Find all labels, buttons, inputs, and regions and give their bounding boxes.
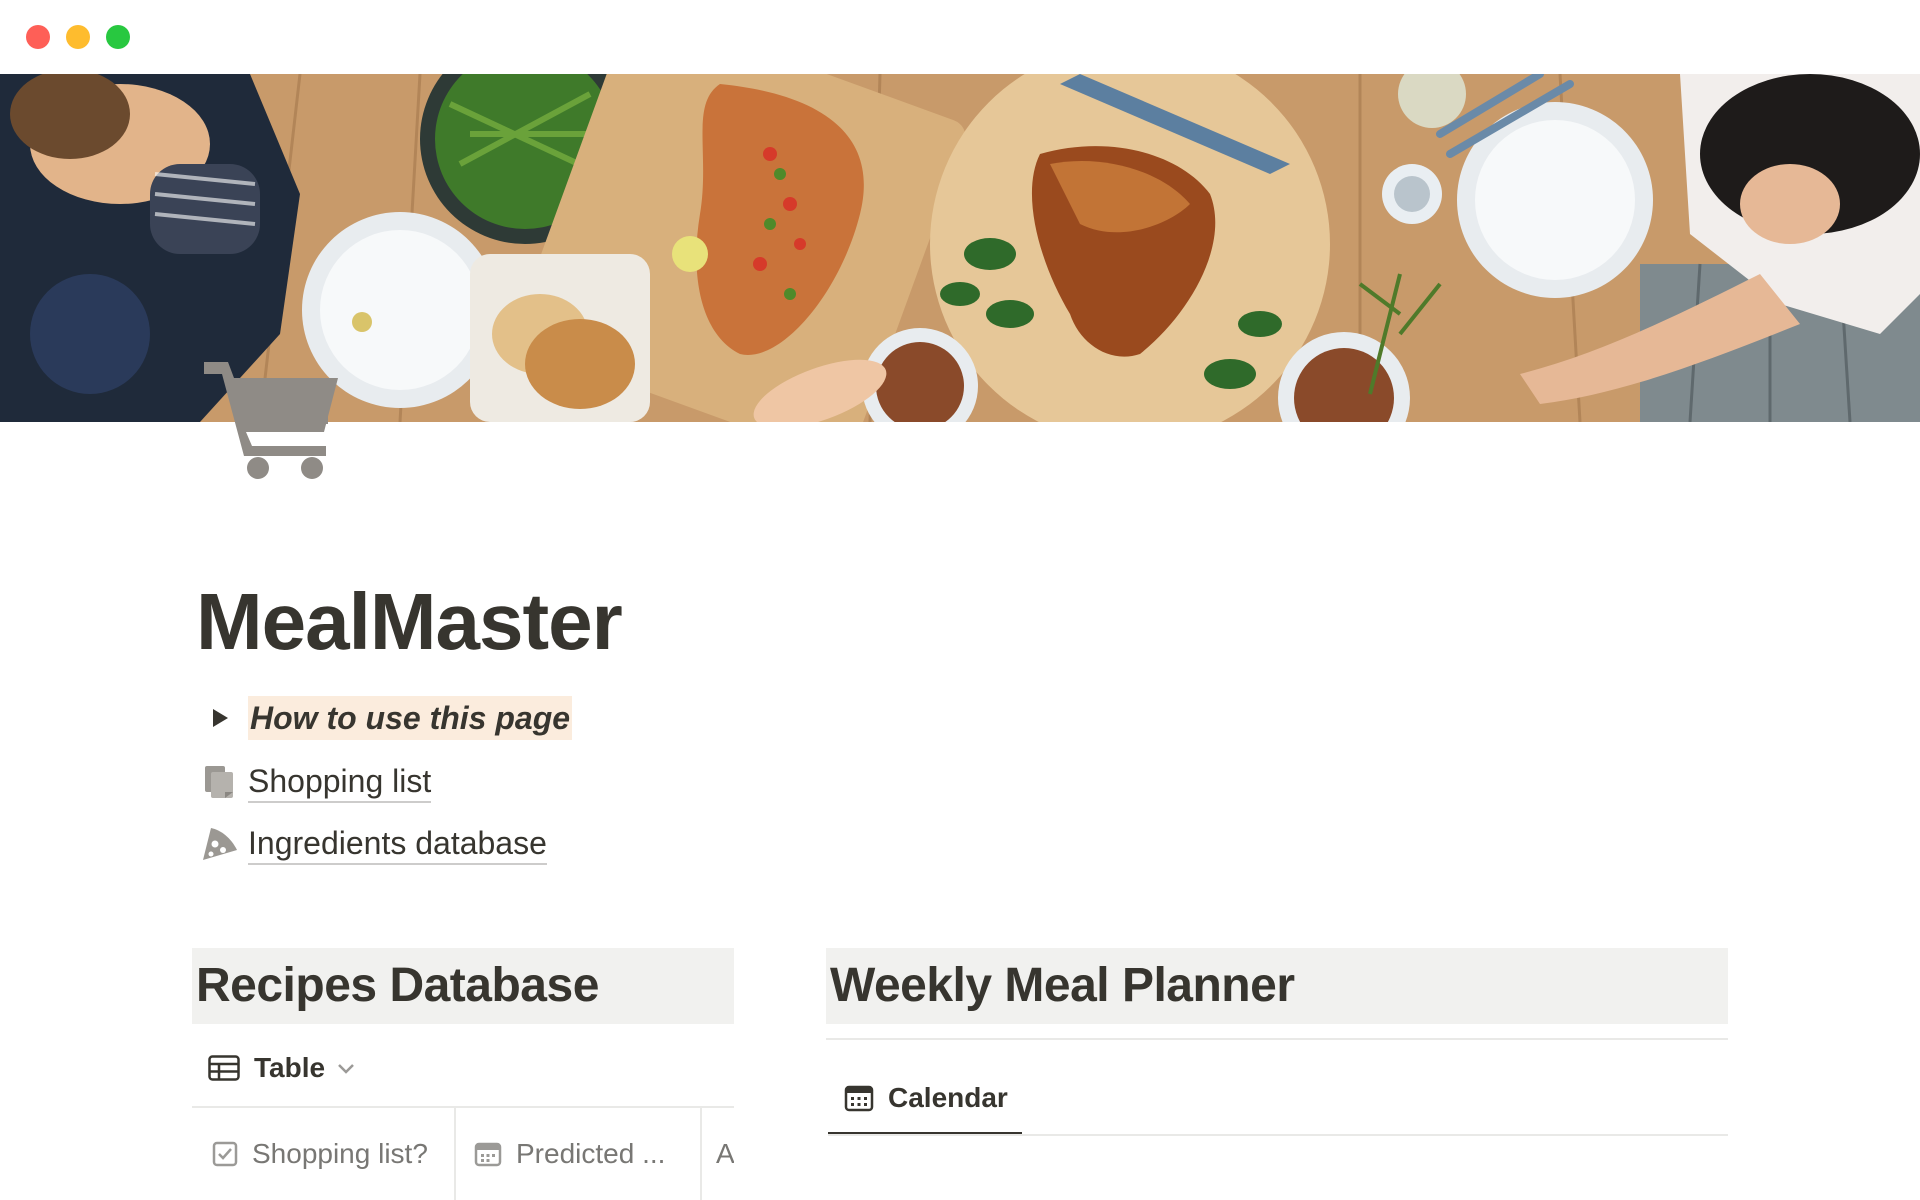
column-divider bbox=[454, 1108, 456, 1200]
column-header-predicted[interactable]: Predicted ... bbox=[474, 1108, 665, 1200]
planner-divider bbox=[826, 1038, 1728, 1040]
chevron-down-icon[interactable] bbox=[337, 1055, 355, 1081]
triangle-right-icon[interactable] bbox=[196, 694, 244, 742]
ingredients-database-link[interactable]: Ingredients database bbox=[196, 818, 547, 870]
table-icon bbox=[208, 1055, 240, 1081]
minimize-window-button[interactable] bbox=[66, 25, 90, 49]
calendar-tabs-divider bbox=[828, 1134, 1728, 1136]
column-header-a[interactable]: A bbox=[716, 1108, 734, 1200]
calendar-view-label: Calendar bbox=[888, 1082, 1008, 1113]
weekly-meal-planner-heading[interactable]: Weekly Meal Planner bbox=[826, 948, 1728, 1024]
pages-icon bbox=[196, 758, 244, 806]
pizza-icon bbox=[196, 820, 244, 868]
calendar-icon bbox=[844, 1084, 874, 1112]
calendar-icon bbox=[474, 1141, 502, 1167]
table-view-label: Table bbox=[254, 1052, 326, 1083]
app-window: MealMaster How to use this page Shopping… bbox=[0, 0, 1920, 1200]
column-label: A bbox=[716, 1138, 734, 1169]
recipes-database-heading[interactable]: Recipes Database bbox=[192, 948, 734, 1024]
zoom-window-button[interactable] bbox=[106, 25, 130, 49]
shopping-list-link[interactable]: Shopping list bbox=[196, 756, 432, 808]
table-header: Shopping list? Predicted ... A bbox=[192, 1108, 734, 1200]
close-window-button[interactable] bbox=[26, 25, 50, 49]
column-label: Predicted ... bbox=[516, 1138, 666, 1169]
how-to-use-toggle[interactable]: How to use this page bbox=[196, 692, 573, 744]
ingredients-database-label: Ingredients database bbox=[248, 823, 547, 865]
shopping-list-label: Shopping list bbox=[248, 761, 432, 803]
checkbox-icon bbox=[212, 1141, 238, 1167]
page-title[interactable]: MealMaster bbox=[196, 572, 623, 672]
column-label: Shopping list? bbox=[252, 1138, 428, 1169]
table-view-selector[interactable]: Table bbox=[208, 1050, 355, 1086]
shopping-cart-icon[interactable] bbox=[200, 356, 345, 481]
toggle-label: How to use this page bbox=[248, 696, 573, 740]
column-header-shopping-list[interactable]: Shopping list? bbox=[212, 1108, 428, 1200]
calendar-view-tab[interactable]: Calendar bbox=[844, 1080, 1008, 1116]
title-bar bbox=[0, 0, 1920, 74]
column-divider bbox=[700, 1108, 702, 1200]
